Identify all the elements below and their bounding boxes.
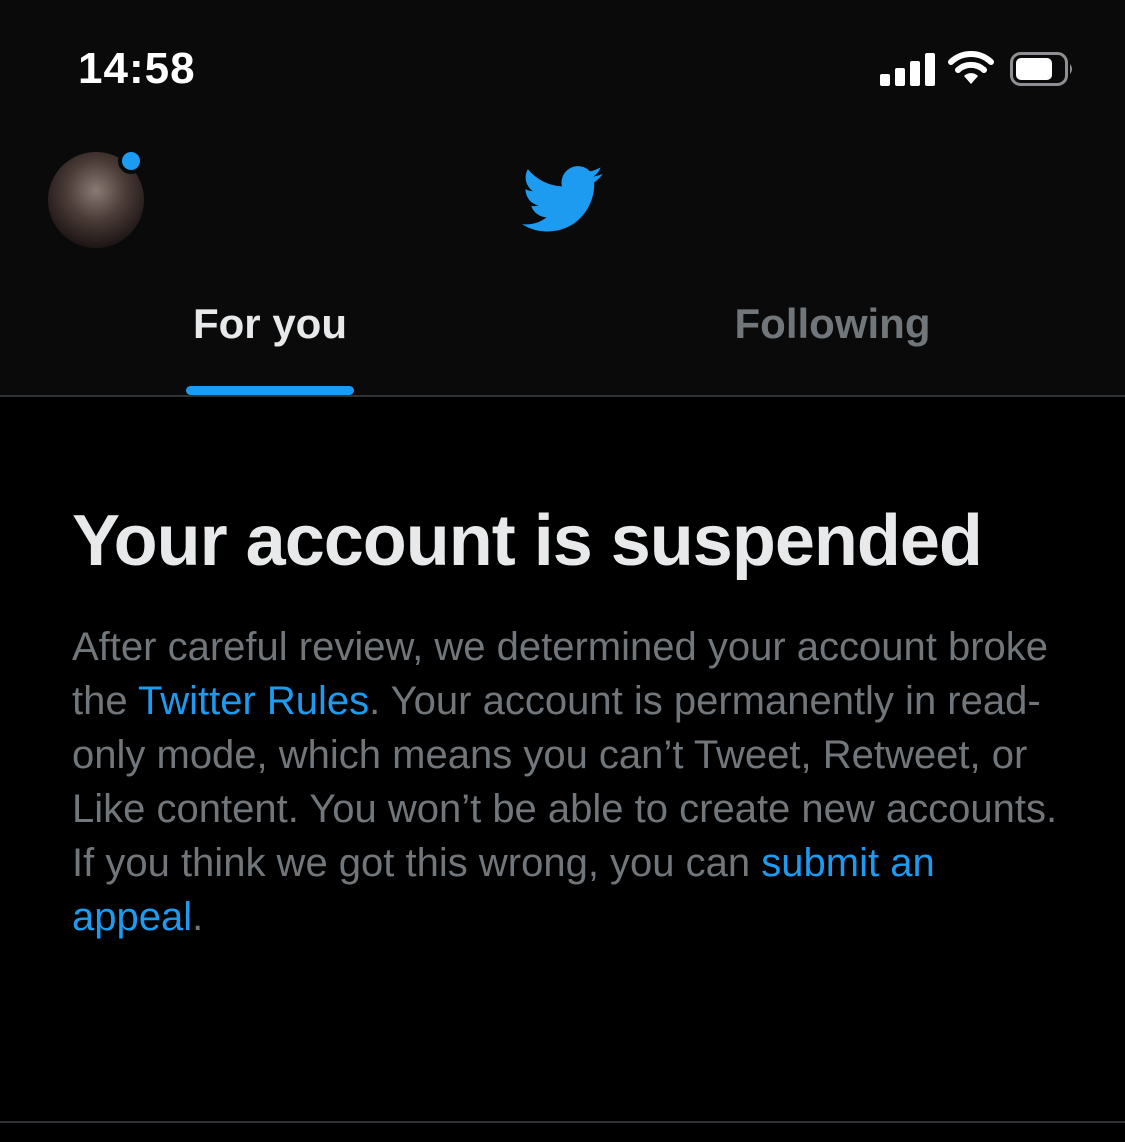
notification-dot <box>118 148 144 174</box>
twitter-rules-link[interactable]: Twitter Rules <box>138 679 369 723</box>
cellular-signal-icon <box>880 52 936 86</box>
battery-icon <box>1010 52 1072 86</box>
suspension-title: Your account is suspended <box>72 501 983 581</box>
tab-following[interactable]: Following <box>700 300 965 348</box>
twitter-bird-icon[interactable] <box>522 163 604 233</box>
message-text: . <box>192 895 204 939</box>
tab-for-you[interactable]: For you <box>140 300 400 348</box>
active-tab-indicator <box>186 386 354 395</box>
suspension-message: After careful review, we determined your… <box>72 620 1062 944</box>
status-time: 14:58 <box>78 44 196 93</box>
bottom-divider <box>0 1121 1125 1123</box>
wifi-icon <box>948 51 994 84</box>
tab-divider <box>0 395 1125 397</box>
